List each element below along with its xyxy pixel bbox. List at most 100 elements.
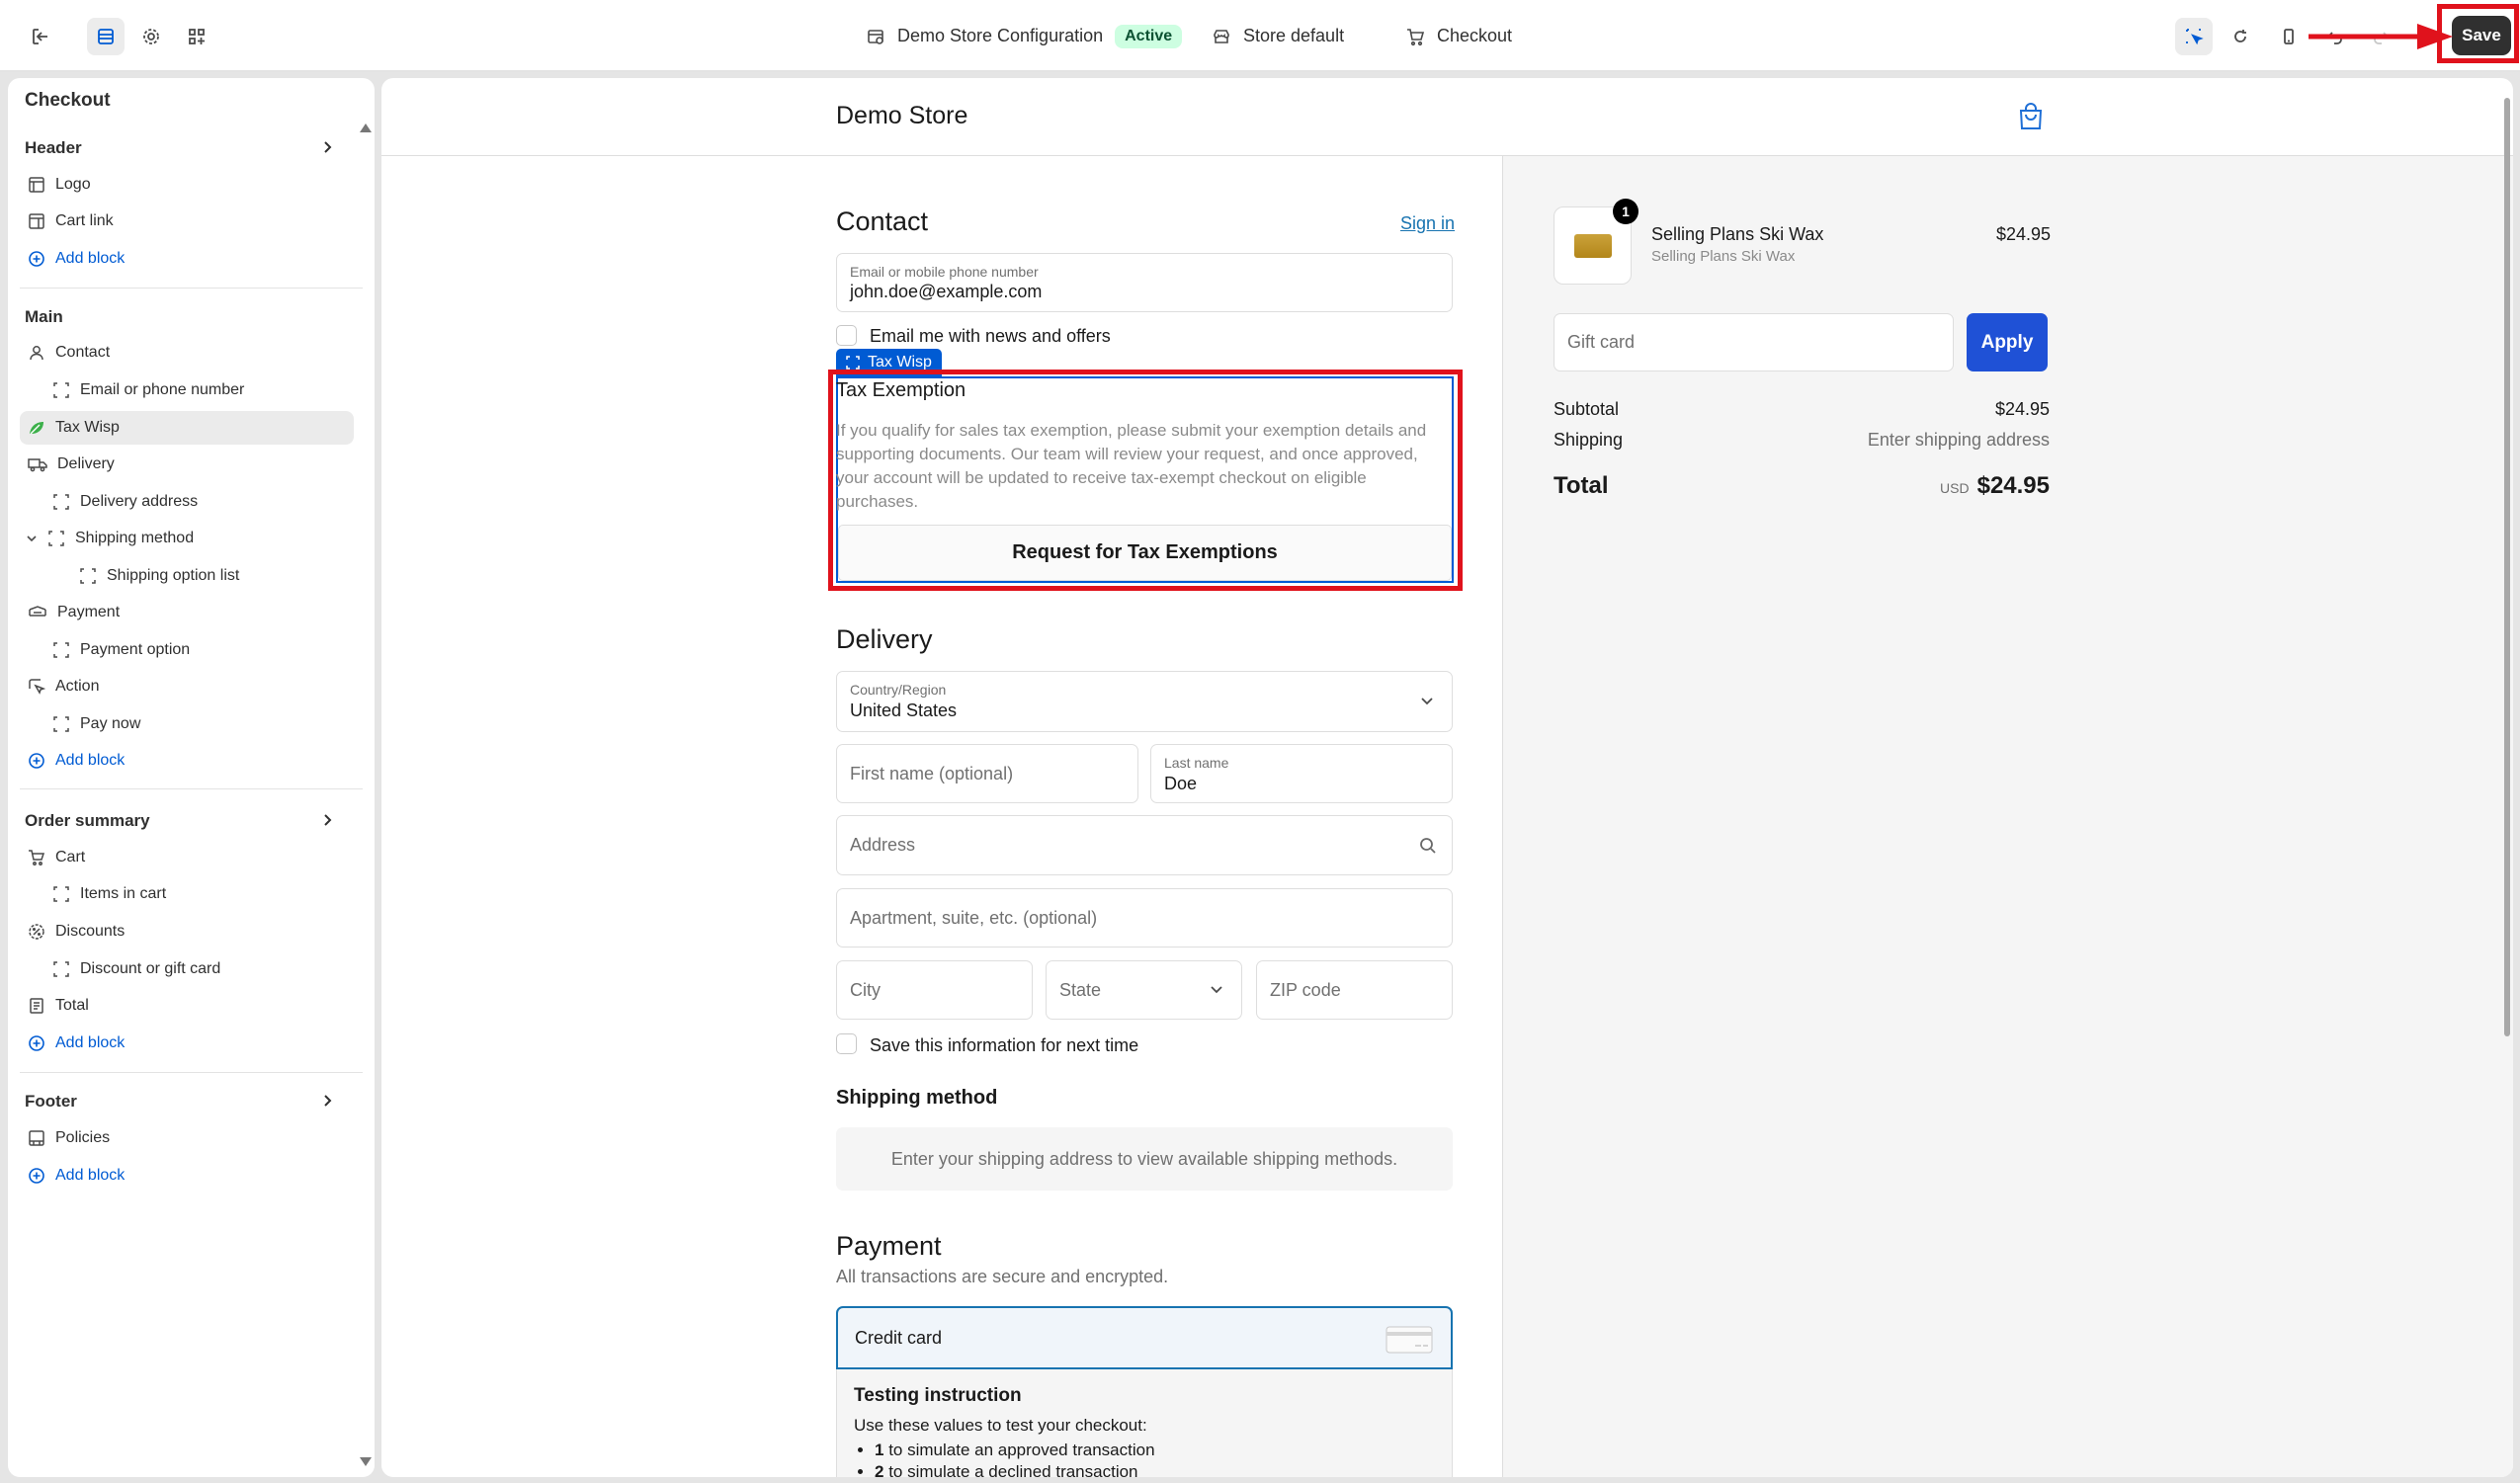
save-info-label: Save this information for next time [870, 1035, 1139, 1055]
zip-field[interactable]: ZIP code [1256, 960, 1453, 1020]
cart-icon [29, 850, 45, 865]
sidebar-item-policies[interactable]: Policies [28, 1121, 110, 1155]
block-icon [48, 531, 64, 546]
page-selector[interactable]: Checkout [1405, 0, 1512, 72]
sidebar: Checkout Header Logo Cart link Add block… [8, 78, 375, 1477]
chevron-right-icon[interactable] [320, 138, 334, 156]
chevron-right-icon[interactable] [320, 811, 334, 829]
sidebar-item-pay-now[interactable]: Pay now [52, 707, 140, 741]
cart-icon [1405, 27, 1425, 46]
sidebar-item-email-or-phone[interactable]: Email or phone number [52, 373, 244, 407]
gear-icon[interactable] [132, 18, 170, 55]
checkout-preview: Demo Store Contact Sign in Email or mobi… [381, 78, 2513, 1477]
layout-icon [29, 213, 44, 229]
gift-card-field[interactable]: Gift card [1554, 313, 1954, 371]
sidebar-item-discounts[interactable]: Discounts [28, 915, 125, 948]
sign-in-link[interactable]: Sign in [1400, 213, 1455, 234]
exit-icon[interactable] [22, 18, 59, 55]
config-selector[interactable]: Demo Store Configuration Active [866, 0, 1183, 72]
apartment-field[interactable]: Apartment, suite, etc. (optional) [836, 888, 1453, 947]
city-field[interactable]: City [836, 960, 1033, 1020]
country-select[interactable]: Country/Region United States [836, 671, 1453, 732]
state-select[interactable]: State [1046, 960, 1242, 1020]
sidebar-item-shipping-option-list[interactable]: Shipping option list [79, 559, 239, 593]
sidebar-title: Checkout [25, 90, 111, 111]
shipping-method-message: Enter your shipping address to view avai… [836, 1127, 1453, 1191]
sidebar-item-cart[interactable]: Cart [28, 841, 85, 874]
refresh-icon[interactable] [2222, 18, 2259, 55]
news-label: Email me with news and offers [870, 326, 1111, 346]
sidebar-item-items-in-cart[interactable]: Items in cart [52, 877, 166, 911]
subtotal-label: Subtotal [1554, 399, 1620, 419]
sidebar-item-tax-wisp[interactable]: Tax Wisp [20, 411, 354, 445]
sidebar-item-discount-or-gift-card[interactable]: Discount or gift card [52, 952, 220, 986]
block-icon [53, 716, 69, 732]
sidebar-item-cart-link[interactable]: Cart link [28, 205, 114, 238]
shipping-method-heading: Shipping method [836, 1087, 998, 1109]
subtotal-value: $24.95 [1994, 399, 2050, 419]
add-block-footer[interactable]: Add block [28, 1159, 125, 1193]
divider [20, 788, 363, 789]
block-icon [53, 961, 69, 977]
scroll-down-icon[interactable] [360, 1457, 372, 1466]
chevron-down-icon [1421, 698, 1433, 705]
checkout-page-label: Checkout [1437, 26, 1513, 45]
sidebar-item-delivery-address[interactable]: Delivery address [52, 485, 198, 519]
list-item: 1 to simulate an approved transaction [875, 1440, 1155, 1461]
scroll-up-icon[interactable] [360, 124, 372, 132]
sidebar-item-payment-option[interactable]: Payment option [52, 633, 190, 667]
search-icon [1420, 838, 1436, 854]
sidebar-item-action[interactable]: Action [28, 670, 99, 703]
credit-card-option[interactable]: Credit card [836, 1306, 1453, 1369]
add-block-header[interactable]: Add block [28, 242, 125, 276]
section-footer[interactable]: Footer [25, 1092, 77, 1112]
testing-list: 1 to simulate an approved transaction 2 … [875, 1440, 1155, 1477]
sections-icon[interactable] [87, 18, 125, 55]
section-order-summary[interactable]: Order summary [25, 811, 150, 831]
chevron-down-icon [27, 536, 37, 542]
shopping-bag-icon[interactable] [2018, 103, 2044, 130]
news-checkbox[interactable] [836, 325, 857, 346]
apply-button[interactable]: Apply [1967, 313, 2048, 371]
block-icon [53, 494, 69, 510]
credit-card-icon [1386, 1326, 1433, 1354]
sidebar-item-shipping-method[interactable]: Shipping method [26, 522, 194, 555]
status-badge: Active [1115, 24, 1183, 48]
preview-scrollbar[interactable] [2504, 98, 2510, 1036]
inspector-icon[interactable] [2175, 18, 2213, 55]
config-name: Demo Store Configuration [897, 26, 1104, 45]
sidebar-item-total[interactable]: Total [28, 989, 89, 1023]
shipping-value: Enter shipping address [1867, 430, 2050, 450]
divider [20, 1072, 363, 1073]
layout-icon [29, 177, 44, 193]
plus-circle-icon [29, 1035, 44, 1051]
email-field[interactable]: Email or mobile phone number john.doe@ex… [836, 253, 1453, 312]
first-name-field[interactable]: First name (optional) [836, 744, 1138, 803]
mobile-preview-icon[interactable] [2270, 18, 2308, 55]
sidebar-item-logo[interactable]: Logo [28, 168, 91, 202]
store-selector[interactable]: Store default [1212, 0, 1344, 72]
section-header[interactable]: Header [25, 138, 82, 158]
contact-heading: Contact [836, 206, 929, 236]
save-info-checkbox[interactable] [836, 1033, 857, 1054]
sidebar-item-delivery[interactable]: Delivery [28, 448, 115, 481]
product-price: $24.95 [1996, 224, 2052, 244]
chevron-right-icon[interactable] [320, 1092, 334, 1110]
payment-heading: Payment [836, 1231, 942, 1261]
address-field[interactable]: Address [836, 815, 1453, 875]
add-block-main[interactable]: Add block [28, 744, 125, 778]
annotation-save-highlight [2437, 4, 2519, 63]
total-amount: USD $24.95 [1903, 472, 2050, 500]
sidebar-item-payment[interactable]: Payment [28, 596, 120, 629]
add-block-order-summary[interactable]: Add block [28, 1027, 125, 1060]
sidebar-item-contact[interactable]: Contact [28, 336, 110, 370]
annotation-arrow-icon [2309, 24, 2453, 49]
block-icon [846, 356, 860, 370]
block-icon [53, 886, 69, 902]
product-name: Selling Plans Ski Wax [1651, 224, 1824, 244]
last-name-field[interactable]: Last name Doe [1150, 744, 1453, 803]
currency-code: USD [1940, 480, 1970, 496]
apps-icon[interactable] [178, 18, 215, 55]
discount-icon [29, 924, 44, 940]
testing-instructions: Testing instruction Use these values to … [836, 1369, 1453, 1477]
